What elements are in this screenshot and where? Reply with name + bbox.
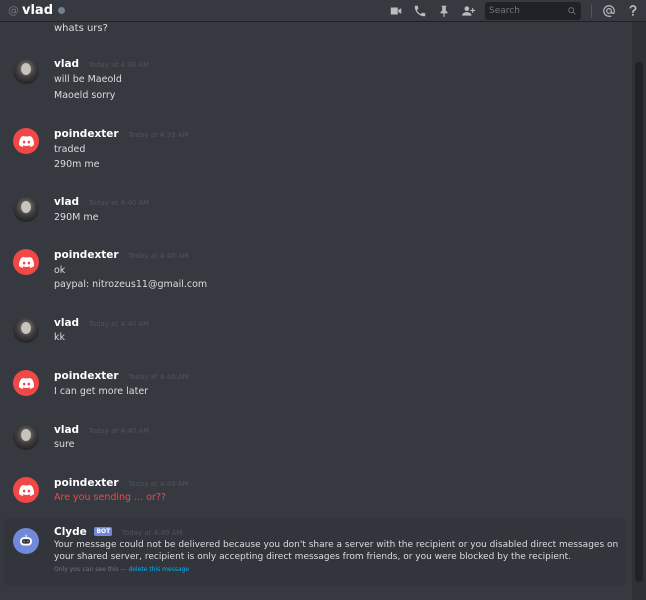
message-line: Maoeld sorry xyxy=(54,90,116,101)
timestamp: Today at 4:49 AM xyxy=(121,529,183,537)
help-icon[interactable] xyxy=(626,4,640,18)
add-friend-icon[interactable] xyxy=(461,4,475,18)
search-input[interactable] xyxy=(489,6,567,16)
ephemeral-notice-text: Only you can see this — xyxy=(54,566,127,573)
message-line: 290m me xyxy=(54,159,100,170)
pin-icon[interactable] xyxy=(437,4,451,18)
message-line: Are you sending ... or?? xyxy=(54,492,166,503)
timestamp: Today at 4:40 AM xyxy=(128,373,189,381)
message-list: whats urs? vlad Today at 4:38 AM will be… xyxy=(0,22,632,600)
username[interactable]: poindexter xyxy=(54,249,119,261)
avatar[interactable] xyxy=(13,196,39,222)
timestamp: Today at 4:38 AM xyxy=(88,61,150,69)
timestamp: Today at 4:40 AM xyxy=(88,320,150,328)
avatar[interactable] xyxy=(13,249,39,275)
message-line: paypal: nitrozeus11@gmail.com xyxy=(54,279,208,290)
message-line: kk xyxy=(54,332,66,343)
message-line: traded xyxy=(54,144,86,155)
timestamp: Today at 4:40 AM xyxy=(88,427,150,435)
offline-status-icon xyxy=(58,7,66,14)
delete-message-link[interactable]: delete this message xyxy=(128,566,189,573)
message-line: Your message could not be delivered beca… xyxy=(54,540,619,562)
avatar[interactable] xyxy=(13,58,39,84)
avatar[interactable] xyxy=(13,424,39,450)
message-line: will be Maeold xyxy=(54,74,122,85)
clyde-bot-icon xyxy=(20,534,32,546)
search-icon xyxy=(568,7,576,15)
channel-header: @ vlad xyxy=(0,0,646,22)
message-line: sure xyxy=(54,439,75,450)
dm-at-icon: @ xyxy=(8,4,19,17)
username[interactable]: vlad xyxy=(54,196,79,208)
timestamp: Today at 4:40 AM xyxy=(128,252,189,260)
ephemeral-notice: Only you can see this — delete this mess… xyxy=(54,566,189,573)
message-line: ok xyxy=(54,265,66,276)
avatar[interactable] xyxy=(13,128,39,154)
channel-name: vlad xyxy=(22,3,54,18)
message-scrollbar[interactable] xyxy=(632,22,646,600)
discord-logo-icon xyxy=(18,484,34,496)
avatar[interactable] xyxy=(13,477,39,503)
username[interactable]: vlad xyxy=(54,424,79,436)
avatar[interactable] xyxy=(13,370,39,396)
header-toolbar xyxy=(379,0,640,22)
toolbar-divider xyxy=(591,4,592,18)
timestamp: Today at 4:40 AM xyxy=(88,199,150,207)
username[interactable]: vlad xyxy=(54,58,79,70)
mentions-icon[interactable] xyxy=(602,4,616,18)
search-box[interactable] xyxy=(485,2,581,20)
username[interactable]: poindexter xyxy=(54,477,119,489)
username[interactable]: vlad xyxy=(54,317,79,329)
bot-badge: BOT xyxy=(94,527,113,536)
avatar[interactable] xyxy=(13,317,39,343)
avatar[interactable] xyxy=(13,528,39,554)
timestamp: Today at 4:39 AM xyxy=(128,131,189,139)
username[interactable]: Clyde xyxy=(54,526,87,538)
username[interactable]: poindexter xyxy=(54,370,119,382)
discord-logo-icon xyxy=(18,135,34,147)
message-line: I can get more later xyxy=(54,386,149,397)
timestamp: Today at 4:49 AM xyxy=(128,480,189,488)
username[interactable]: poindexter xyxy=(54,128,119,140)
video-call-icon[interactable] xyxy=(389,4,403,18)
message-line: 290M me xyxy=(54,212,99,223)
voice-call-icon[interactable] xyxy=(413,4,427,18)
scrollbar-thumb[interactable] xyxy=(635,62,643,582)
clyde-system-message: Clyde BOT Today at 4:49 AM Your message … xyxy=(4,518,626,586)
discord-logo-icon xyxy=(18,256,34,268)
discord-logo-icon xyxy=(18,377,34,389)
message-line: whats urs? xyxy=(54,23,108,34)
